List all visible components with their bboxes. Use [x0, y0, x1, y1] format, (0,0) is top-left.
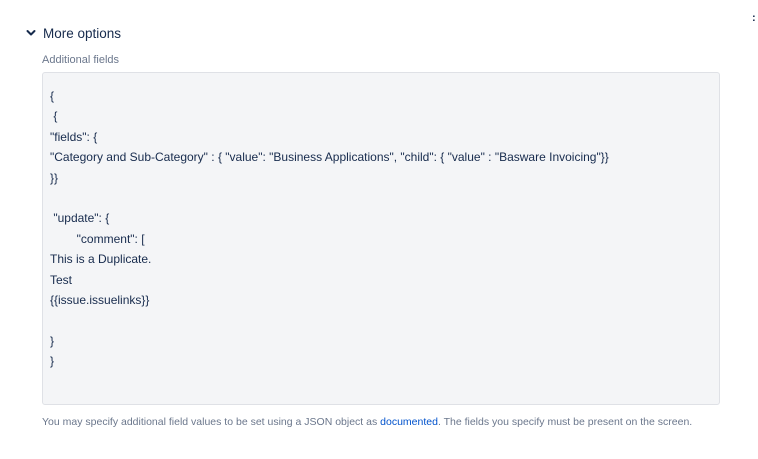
textarea-line: {: [50, 109, 58, 124]
additional-fields-label: Additional fields: [42, 54, 120, 66]
textarea-line: "comment": [: [50, 231, 145, 246]
more-options-toggle[interactable]: More options: [24, 23, 121, 43]
textarea-line: [50, 188, 719, 208]
textarea-line: Test: [50, 272, 73, 287]
chevron-down-icon: [24, 26, 38, 40]
textarea-line: }: [50, 354, 55, 369]
helper-text: You may specify additional field values …: [42, 415, 732, 430]
additional-fields-textarea[interactable]: { { "fields": { "Category and Sub-Category…: [42, 72, 720, 405]
textarea-line: "Category and Sub-Category" : { "value":…: [50, 150, 609, 165]
textarea-line: }: [50, 333, 55, 348]
helper-text-after: . The fields you specify must be present…: [437, 416, 693, 428]
textarea-line: "update": {: [50, 211, 110, 226]
textarea-line: This is a Duplicate.: [50, 252, 152, 267]
documented-link[interactable]: documented: [380, 416, 438, 428]
section-title: More options: [43, 25, 122, 41]
edge-glyph: :: [752, 12, 756, 24]
textarea-line: {{issue.issuelinks}}: [50, 292, 150, 307]
textarea-line: "fields": {: [50, 129, 98, 144]
textarea-line: [50, 310, 719, 330]
helper-text-before: You may specify additional field values …: [42, 416, 381, 428]
automation-rule-options: More options : Additional fields { { "fie…: [0, 0, 758, 459]
textarea-line: {: [50, 89, 55, 103]
textarea-line: }}: [50, 170, 59, 185]
